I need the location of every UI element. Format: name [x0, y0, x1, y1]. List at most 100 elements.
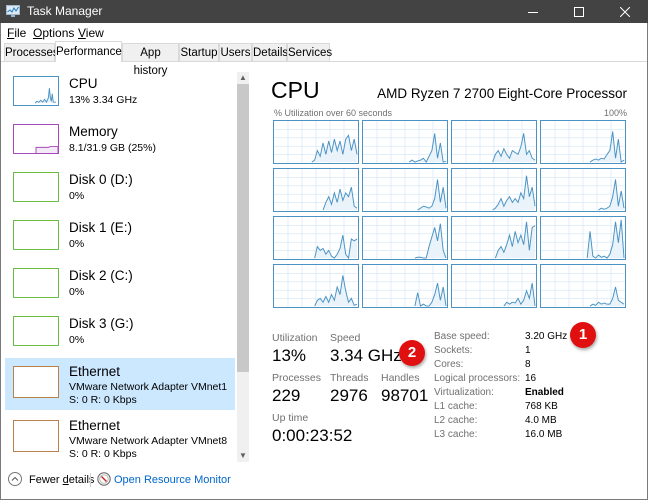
logical-processor-graph-3	[540, 120, 626, 164]
tab-services[interactable]: Services	[287, 43, 332, 61]
tab-processes[interactable]: Processes	[4, 43, 59, 61]
ethernet-vmnet1-thumbnail-graph	[13, 366, 59, 398]
logical-processor-graph-8-plot	[274, 217, 358, 259]
logical-processor-graph-1-plot	[363, 121, 447, 163]
cpu-detail-panel: CPU AMD Ryzen 7 2700 Eight-Core Processo…	[263, 62, 647, 462]
sidebar-cpu-title: CPU	[69, 76, 98, 91]
logical-processor-graph-6	[451, 168, 537, 212]
tab-startup[interactable]: Startup	[179, 43, 219, 61]
logical-processor-graph-8	[273, 216, 359, 260]
l2-cache-value: 4.0 MB	[525, 415, 557, 426]
logical-processor-graph-2-plot	[452, 121, 536, 163]
close-icon	[620, 6, 630, 17]
speed-value: 3.34 GHz	[330, 346, 402, 365]
chevron-up-glyph	[11, 476, 19, 481]
sockets-label: Sockets:	[434, 345, 473, 356]
menu-view-rest: iew	[85, 26, 104, 40]
disk-3-thumbnail-graph	[13, 316, 59, 346]
menu-options-rest: ptions	[42, 26, 75, 40]
annotation-badge-1: 1	[570, 322, 596, 348]
sidebar-memory-detail: 8.1/31.9 GB (25%)	[69, 142, 156, 154]
sidebar-disk-2-detail: 0%	[69, 286, 85, 298]
task-manager-window: Task Manager File Options View Processes…	[0, 0, 648, 500]
l2-cache-label: L2 cache:	[434, 415, 478, 426]
scroll-up-button[interactable]: ▲	[237, 72, 249, 84]
sidebar-item-disk-2[interactable]: Disk 2 (C:) 0%	[5, 262, 235, 312]
sidebar-item-disk-3[interactable]: Disk 3 (G:) 0%	[5, 310, 235, 360]
logical-processor-graph-15	[540, 264, 626, 308]
logical-processor-graph-9-plot	[363, 217, 447, 259]
window-title: Task Manager	[27, 4, 103, 18]
logical-processor-graph-14	[451, 264, 537, 308]
memory-thumbnail-area	[35, 146, 58, 153]
resource-monitor-icon	[97, 472, 111, 486]
tab-details[interactable]: Details	[252, 43, 288, 61]
processes-label: Processes	[272, 372, 322, 384]
logical-processor-graph-4-plot	[274, 169, 358, 211]
cpu-model-name: AMD Ryzen 7 2700 Eight-Core Processor	[377, 86, 627, 101]
logical-processor-graph-7-plot	[541, 169, 625, 211]
virtualization-label: Virtualization:	[434, 387, 494, 398]
tab-users[interactable]: Users	[219, 43, 252, 61]
fewer-details-button[interactable]: Fewer details	[29, 474, 94, 486]
fewer-details-pre: Fewer	[29, 474, 63, 486]
minimize-button[interactable]	[510, 0, 556, 23]
handles-value: 98701	[381, 386, 429, 405]
handles-label: Handles	[381, 372, 420, 384]
sidebar-item-disk-0[interactable]: Disk 0 (D:) 0%	[5, 166, 235, 216]
menu-view[interactable]: View	[78, 26, 104, 40]
base-speed-value: 3.20 GHz	[525, 331, 568, 342]
disk-0-thumbnail-graph	[13, 172, 59, 202]
l3-cache-value: 16.0 MB	[525, 429, 563, 440]
logical-processor-graph-5-plot	[363, 169, 447, 211]
logical-processor-graph-12-plot	[274, 265, 358, 307]
logical-processor-graph-11	[540, 216, 626, 260]
l3-cache-label: L3 cache:	[434, 429, 478, 440]
sidebar-scrollbar[interactable]: ▲ ▼	[237, 72, 249, 462]
sidebar-disk-1-detail: 0%	[69, 238, 85, 250]
tab-app-history[interactable]: App history	[122, 43, 179, 77]
sidebar-item-cpu[interactable]: CPU 13% 3.34 GHz	[5, 70, 235, 120]
task-manager-app-icon	[6, 5, 20, 17]
sidebar-ethernet-vmnet8-adapter: VMware Network Adapter VMnet8	[69, 435, 228, 447]
logical-processor-graph-5	[362, 168, 448, 212]
logical-processor-graph-2	[451, 120, 537, 164]
logical-processors-label: Logical processors:	[434, 373, 521, 384]
utilization-label: Utilization	[272, 332, 318, 344]
cpu-thumbnail-graph	[13, 76, 59, 106]
sidebar-item-ethernet-vmnet8[interactable]: Ethernet VMware Network Adapter VMnet8 S…	[5, 412, 235, 462]
minimize-icon	[528, 11, 538, 13]
sidebar-disk-1-title: Disk 1 (E:)	[69, 220, 133, 235]
menu-file-rest: ile	[14, 26, 27, 40]
threads-label: Threads	[330, 372, 369, 384]
logical-processor-graph-13-plot	[363, 265, 447, 307]
open-resource-monitor-link[interactable]: Open Resource Monitor	[114, 474, 231, 486]
logical-processor-graph-0	[273, 120, 359, 164]
sidebar-disk-0-detail: 0%	[69, 190, 85, 202]
processes-value: 229	[272, 386, 301, 405]
logical-processor-graph-10	[451, 216, 537, 260]
scroll-thumb[interactable]	[237, 84, 249, 372]
menu-file[interactable]: File	[7, 26, 26, 40]
cores-label: Cores:	[434, 359, 464, 370]
close-button[interactable]	[602, 0, 648, 23]
scroll-down-button[interactable]: ▼	[237, 450, 249, 462]
chevron-up-circle-icon[interactable]	[8, 472, 22, 486]
performance-sidebar: CPU 13% 3.34 GHz Memory 8.1/31.9 GB (25%…	[1, 62, 251, 462]
tab-performance[interactable]: Performance	[55, 41, 122, 62]
sidebar-memory-title: Memory	[69, 124, 118, 139]
sidebar-ethernet-vmnet1-title: Ethernet	[69, 364, 121, 379]
cpu-heading: CPU	[271, 77, 320, 103]
l1-cache-label: L1 cache:	[434, 401, 478, 412]
utilization-area	[314, 275, 358, 307]
utilization-area	[495, 221, 536, 259]
maximize-button[interactable]	[556, 0, 602, 23]
sockets-value: 1	[525, 345, 531, 356]
sidebar-item-ethernet-vmnet1[interactable]: Ethernet VMware Network Adapter VMnet1 S…	[5, 358, 235, 410]
sidebar-item-disk-1[interactable]: Disk 1 (E:) 0%	[5, 214, 235, 264]
utilization-value: 13%	[272, 346, 307, 365]
menu-options[interactable]: Options	[33, 26, 74, 40]
logical-processor-graph-7	[540, 168, 626, 212]
sidebar-item-memory[interactable]: Memory 8.1/31.9 GB (25%)	[5, 118, 235, 168]
logical-processor-graphs	[273, 120, 629, 314]
